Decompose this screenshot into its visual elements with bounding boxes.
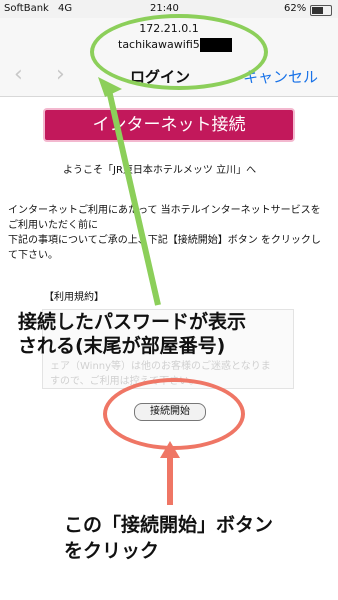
green-arrowhead-icon [98, 77, 122, 97]
click-annotation-line-2: をクリック [64, 540, 160, 562]
password-annotation-line-2: される(末尾が部屋番号) [18, 335, 226, 357]
click-annotation: この「接続開始」ボタン をクリック [64, 512, 273, 564]
green-arrow-icon [105, 85, 161, 306]
red-arrowhead-icon [160, 441, 180, 458]
password-annotation: 接続したパスワードが表示 される(末尾が部屋番号) [18, 310, 246, 358]
click-annotation-line-1: この「接続開始」ボタン [64, 514, 274, 536]
password-annotation-line-1: 接続したパスワードが表示 [18, 311, 247, 333]
annotation-arrows [98, 77, 180, 505]
